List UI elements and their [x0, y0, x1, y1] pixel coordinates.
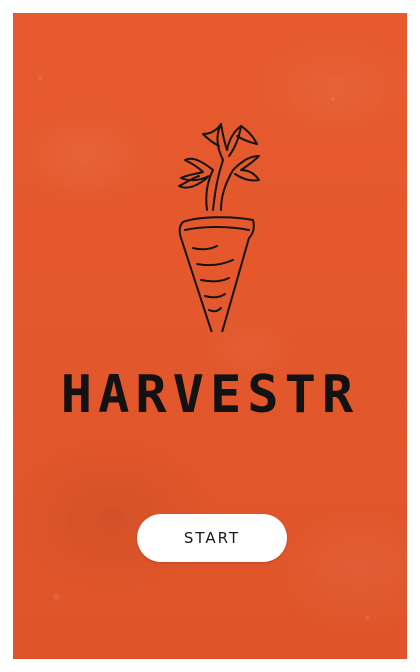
- texture-speckle: [37, 75, 43, 81]
- texture-speckle: [53, 593, 60, 600]
- texture-speckle: [365, 615, 370, 620]
- start-button[interactable]: START: [137, 514, 287, 562]
- texture-speckle: [331, 97, 335, 101]
- carrot-icon: [178, 123, 260, 332]
- start-button-label: START: [183, 529, 241, 547]
- splash-background: HARVESTR START: [13, 13, 407, 659]
- app-title: HARVESTR: [60, 365, 360, 425]
- app-screen: HARVESTR START: [13, 13, 407, 659]
